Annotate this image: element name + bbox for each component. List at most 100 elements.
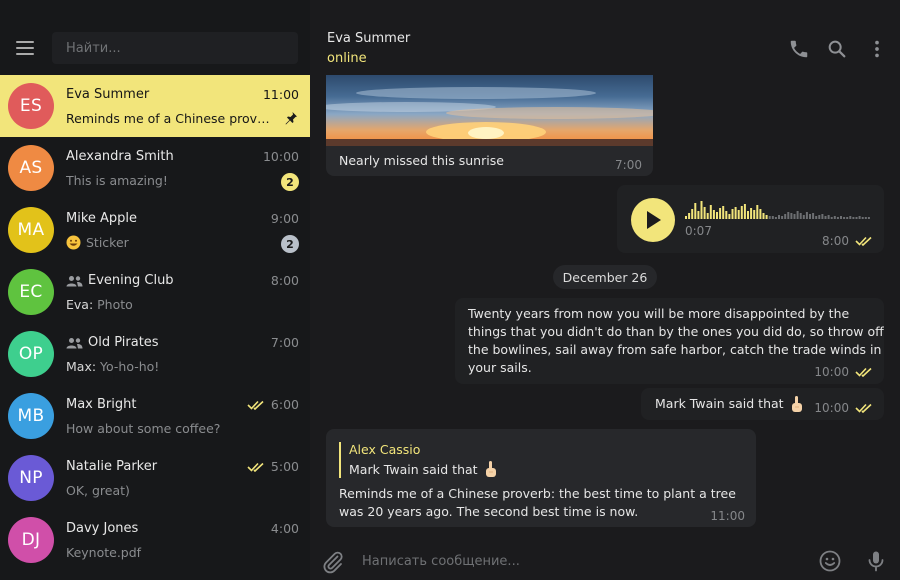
preview-text: Keynote.pdf bbox=[66, 545, 142, 560]
preview-text: Sticker bbox=[86, 235, 129, 250]
peer-name[interactable]: Eva Summer bbox=[327, 31, 410, 46]
hamburger-menu-icon[interactable] bbox=[16, 41, 34, 55]
waveform-bar bbox=[836, 217, 839, 219]
waveform-bar bbox=[768, 216, 771, 219]
chat-name: Eva Summer bbox=[66, 87, 150, 102]
pointing-up-emoji-icon bbox=[485, 461, 496, 477]
waveform-bar bbox=[774, 217, 777, 219]
waveform-bar bbox=[719, 208, 722, 219]
search-input[interactable] bbox=[52, 32, 298, 64]
chat-name: Natalie Parker bbox=[66, 459, 158, 474]
chat-time-wrap: 5:00 bbox=[247, 459, 299, 474]
attach-icon[interactable] bbox=[321, 550, 345, 574]
avatar: MA bbox=[8, 207, 54, 253]
chat-name-wrap: Eva Summer bbox=[66, 87, 149, 102]
waveform-bar bbox=[867, 217, 870, 219]
search-icon[interactable] bbox=[826, 38, 848, 60]
more-options-icon[interactable] bbox=[866, 38, 888, 60]
chat-time-wrap: 10:00 bbox=[263, 149, 299, 164]
chat-item-es[interactable]: ES Eva Summer 11:00 Reminds me of a Chinese… bbox=[0, 75, 310, 137]
unread-badge: 2 bbox=[281, 235, 299, 253]
chat-preview: OK, great) bbox=[66, 483, 271, 498]
message-line: Twenty years from now you will be more d… bbox=[468, 306, 850, 321]
preview-sender: Eva: bbox=[66, 297, 94, 312]
chat-name-wrap: Old Pirates bbox=[66, 335, 159, 350]
avatar-initials: DJ bbox=[21, 530, 41, 550]
play-button[interactable] bbox=[631, 198, 675, 242]
waveform-bar bbox=[765, 215, 768, 219]
microphone-icon[interactable] bbox=[864, 549, 888, 573]
chat-preview: This is amazing! bbox=[66, 173, 271, 188]
reply-quote-text: Mark Twain said that bbox=[349, 461, 478, 477]
waveform-bar bbox=[691, 209, 694, 219]
message-line: Reminds me of a Chinese proverb: the bes… bbox=[339, 486, 736, 501]
chat-time: 7:00 bbox=[270, 335, 299, 350]
chat-preview: Sticker bbox=[66, 235, 271, 250]
avatar: AS bbox=[8, 145, 54, 191]
waveform-bar bbox=[821, 214, 824, 219]
waveform-bar bbox=[756, 205, 759, 219]
avatar: DJ bbox=[8, 517, 54, 563]
waveform-bar bbox=[824, 216, 827, 219]
avatar: EC bbox=[8, 269, 54, 315]
preview-text: How about some coffee? bbox=[66, 421, 221, 436]
waveform-bar bbox=[728, 214, 731, 219]
preview-sender: Max: bbox=[66, 359, 97, 374]
chat-name-wrap: Natalie Parker bbox=[66, 459, 157, 474]
chat-item-op[interactable]: OP Old Pirates 7:00 Max: Yo-ho-ho! bbox=[0, 323, 310, 385]
waveform-bar bbox=[740, 206, 743, 219]
avatar-initials: MA bbox=[17, 220, 45, 240]
avatar-initials: NP bbox=[19, 468, 43, 488]
chat-item-ec[interactable]: EC Evening Club 8:00 Eva: Photo bbox=[0, 261, 310, 323]
waveform-bar bbox=[753, 210, 756, 219]
waveform-bar bbox=[703, 207, 706, 219]
incoming-reply-message[interactable]: Alex Cassio Mark Twain said that Reminds… bbox=[326, 429, 756, 527]
unread-badge: 2 bbox=[281, 173, 299, 191]
reply-quote[interactable]: Mark Twain said that bbox=[349, 460, 499, 478]
chat-preview: Eva: Photo bbox=[66, 297, 271, 312]
group-icon bbox=[66, 337, 83, 348]
waveform-bar bbox=[697, 211, 700, 219]
waveform-bar bbox=[846, 217, 849, 219]
message-time-wrap: 10:00 bbox=[814, 365, 873, 379]
waveform-bar bbox=[793, 214, 796, 219]
photo-message[interactable]: Nearly missed this sunrise 7:00 bbox=[326, 75, 653, 176]
avatar: MB bbox=[8, 393, 54, 439]
pin-icon bbox=[285, 112, 297, 125]
phone-icon[interactable] bbox=[788, 38, 810, 60]
waveform-bar bbox=[840, 216, 842, 219]
chat-time-wrap: 9:00 bbox=[271, 211, 299, 226]
chat-time: 9:00 bbox=[270, 211, 299, 226]
chat-item-dj[interactable]: DJ Davy Jones 4:00 Keynote.pdf bbox=[0, 509, 310, 571]
preview-text: This is amazing! bbox=[66, 173, 168, 188]
chat-item-ma[interactable]: MA Mike Apple 9:00 Sticker 2 bbox=[0, 199, 310, 261]
waveform-bar bbox=[734, 207, 737, 219]
waveform-bar bbox=[706, 213, 709, 219]
message-text: Mark Twain said that bbox=[655, 396, 784, 411]
chat-name: Old Pirates bbox=[88, 335, 159, 350]
waveform-bar bbox=[799, 213, 802, 219]
double-check-icon bbox=[247, 462, 264, 472]
waveform-bar bbox=[809, 214, 811, 219]
waveform-bar bbox=[712, 210, 715, 219]
message-input[interactable] bbox=[358, 550, 798, 572]
chat-preview: How about some coffee? bbox=[66, 421, 271, 436]
chat-item-as[interactable]: AS Alexandra Smith 10:00 This is amazing! 2 bbox=[0, 137, 310, 199]
voice-waveform[interactable] bbox=[685, 199, 871, 221]
message-time-wrap: 10:00 bbox=[814, 401, 873, 415]
preview-text: OK, great) bbox=[66, 483, 130, 498]
avatar-initials: ES bbox=[19, 96, 43, 116]
waveform-bar bbox=[722, 206, 725, 219]
waveform-bar bbox=[737, 210, 740, 219]
date-divider: December 26 bbox=[553, 265, 657, 289]
chat-item-mb[interactable]: MB Max Bright 6:00 How about some coffee? bbox=[0, 385, 310, 447]
waveform-bar bbox=[787, 212, 790, 219]
waveform-bar bbox=[815, 216, 818, 219]
waveform-bar bbox=[688, 213, 691, 219]
chat-item-np[interactable]: NP Natalie Parker 5:00 OK, great) bbox=[0, 447, 310, 509]
sunrise-photo[interactable] bbox=[326, 75, 653, 146]
waveform-bar bbox=[818, 215, 821, 219]
emoji-icon[interactable] bbox=[818, 549, 842, 573]
group-icon bbox=[66, 275, 83, 286]
reply-author[interactable]: Alex Cassio bbox=[349, 442, 420, 457]
